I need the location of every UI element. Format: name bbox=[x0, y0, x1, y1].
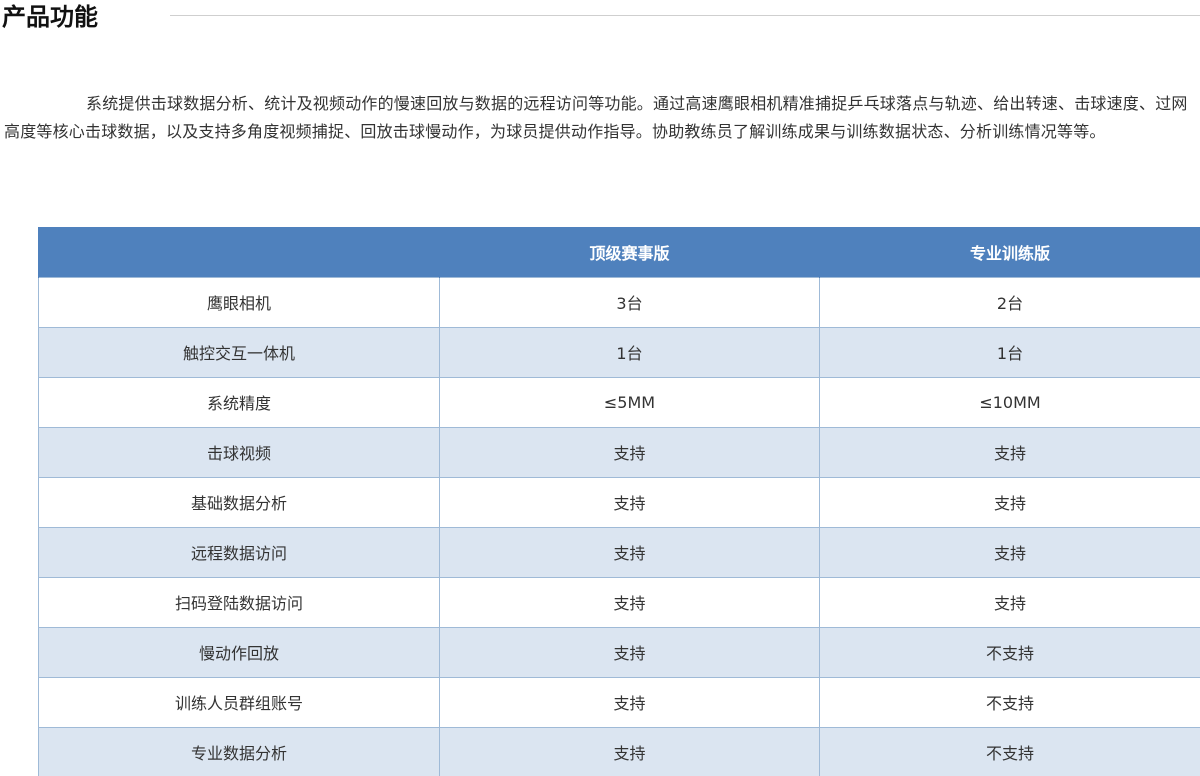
table-row: 触控交互一体机 1台 1台 bbox=[38, 326, 1200, 378]
top-edition-cell: ≤5MM bbox=[439, 376, 820, 428]
table-row: 慢动作回放 支持 不支持 bbox=[38, 626, 1200, 678]
top-edition-cell: 1台 bbox=[439, 326, 820, 378]
top-edition-cell: 支持 bbox=[439, 726, 820, 776]
top-edition-cell: 支持 bbox=[439, 476, 820, 528]
table-row: 击球视频 支持 支持 bbox=[38, 426, 1200, 478]
feature-cell: 系统精度 bbox=[38, 376, 440, 428]
intro-paragraph: 系统提供击球数据分析、统计及视频动作的慢速回放与数据的远程访问等功能。通过高速鹰… bbox=[4, 94, 1188, 141]
table-row: 训练人员群组账号 支持 不支持 bbox=[38, 676, 1200, 728]
top-edition-cell: 支持 bbox=[439, 676, 820, 728]
table-header: 顶级赛事版 专业训练版 bbox=[38, 227, 1200, 277]
feature-cell: 鹰眼相机 bbox=[38, 276, 440, 328]
pro-edition-cell: 支持 bbox=[819, 476, 1200, 528]
section-title: 产品功能 bbox=[2, 3, 98, 31]
table-header-row: 顶级赛事版 专业训练版 bbox=[38, 227, 1200, 277]
section-divider bbox=[170, 15, 1200, 16]
header-feature bbox=[38, 227, 440, 277]
table-row: 远程数据访问 支持 支持 bbox=[38, 526, 1200, 578]
feature-cell: 专业数据分析 bbox=[38, 726, 440, 776]
feature-cell: 击球视频 bbox=[38, 426, 440, 478]
top-edition-cell: 支持 bbox=[439, 576, 820, 628]
feature-cell: 触控交互一体机 bbox=[38, 326, 440, 378]
feature-cell: 基础数据分析 bbox=[38, 476, 440, 528]
edition-comparison-table: 顶级赛事版 专业训练版 鹰眼相机 3台 2台 触控交互一体机 1台 1台 系统精… bbox=[38, 227, 1200, 776]
pro-edition-cell: 不支持 bbox=[819, 676, 1200, 728]
pro-edition-cell: 支持 bbox=[819, 526, 1200, 578]
pro-edition-cell: 1台 bbox=[819, 326, 1200, 378]
pro-edition-cell: ≤10MM bbox=[819, 376, 1200, 428]
feature-cell: 扫码登陆数据访问 bbox=[38, 576, 440, 628]
product-features-page: 产品功能 系统提供击球数据分析、统计及视频动作的慢速回放与数据的远程访问等功能。… bbox=[0, 0, 1200, 776]
header-top-edition: 顶级赛事版 bbox=[439, 227, 820, 277]
top-edition-cell: 3台 bbox=[439, 276, 820, 328]
feature-cell: 远程数据访问 bbox=[38, 526, 440, 578]
table-body: 鹰眼相机 3台 2台 触控交互一体机 1台 1台 系统精度 ≤5MM ≤10MM… bbox=[38, 276, 1200, 776]
top-edition-cell: 支持 bbox=[439, 626, 820, 678]
pro-edition-cell: 不支持 bbox=[819, 626, 1200, 678]
pro-edition-cell: 支持 bbox=[819, 576, 1200, 628]
section-header: 产品功能 bbox=[0, 0, 1200, 34]
top-edition-cell: 支持 bbox=[439, 526, 820, 578]
feature-cell: 训练人员群组账号 bbox=[38, 676, 440, 728]
table-row: 系统精度 ≤5MM ≤10MM bbox=[38, 376, 1200, 428]
table-row: 基础数据分析 支持 支持 bbox=[38, 476, 1200, 528]
table-row: 扫码登陆数据访问 支持 支持 bbox=[38, 576, 1200, 628]
table-row: 鹰眼相机 3台 2台 bbox=[38, 276, 1200, 328]
header-pro-edition: 专业训练版 bbox=[819, 227, 1200, 277]
feature-cell: 慢动作回放 bbox=[38, 626, 440, 678]
pro-edition-cell: 不支持 bbox=[819, 726, 1200, 776]
pro-edition-cell: 支持 bbox=[819, 426, 1200, 478]
top-edition-cell: 支持 bbox=[439, 426, 820, 478]
pro-edition-cell: 2台 bbox=[819, 276, 1200, 328]
table-row: 专业数据分析 支持 不支持 bbox=[38, 726, 1200, 776]
